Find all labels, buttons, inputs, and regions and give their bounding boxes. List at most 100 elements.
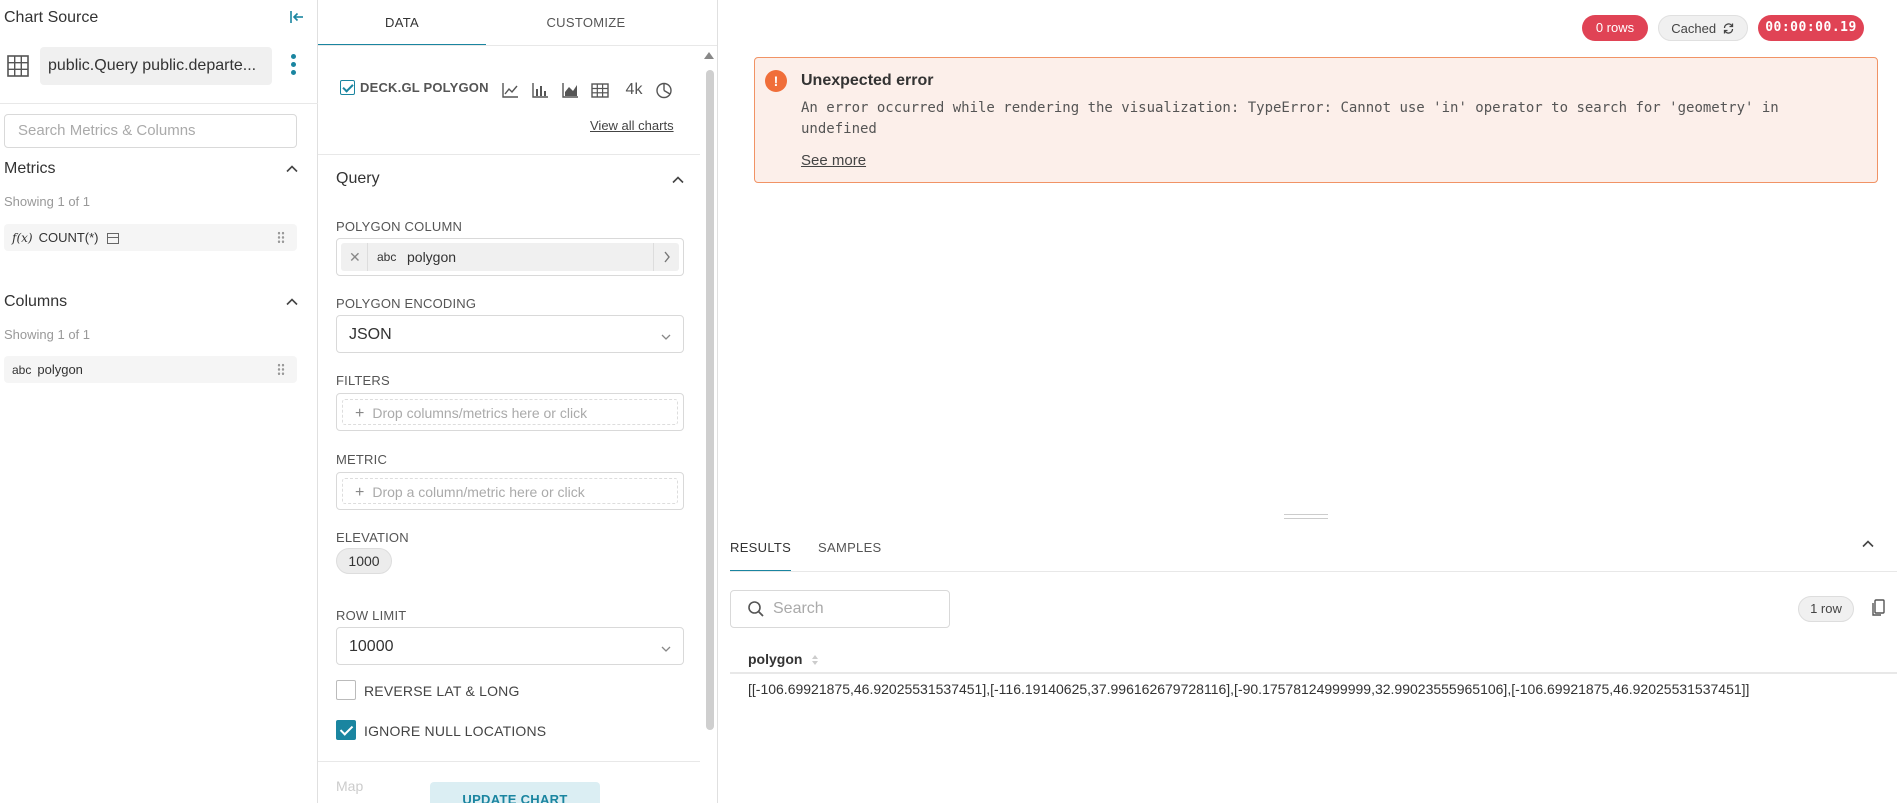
resize-handle[interactable] [1284,514,1328,519]
filters-placeholder: Drop columns/metrics here or click [372,405,588,421]
divider [318,45,717,46]
error-title: Unexpected error [801,72,934,89]
metric-drop-area[interactable]: + Drop a column/metric here or click [342,478,678,504]
ignore-null-checkbox[interactable] [336,720,356,740]
metric-dropzone[interactable]: + Drop a column/metric here or click [336,472,684,510]
column-header[interactable]: polygon [748,651,819,667]
copy-icon[interactable] [1870,598,1886,618]
metric-label: COUNT(*) [38,230,99,245]
remove-icon[interactable]: ✕ [349,243,361,271]
divider [0,103,318,104]
filters-dropzone[interactable]: + Drop columns/metrics here or click [336,393,684,431]
filters-label: FILTERS [336,373,390,388]
reverse-lat-long-checkbox[interactable] [336,680,356,700]
area-chart-icon[interactable] [560,80,580,100]
sort-icon[interactable] [812,655,819,665]
line-chart-icon[interactable] [500,80,520,100]
chevron-up-icon[interactable] [284,294,300,310]
ignore-null-label: IGNORE NULL LOCATIONS [364,723,547,739]
chart-source-title: Chart Source [4,9,99,26]
row-limit-label: ROW LIMIT [336,608,407,623]
columns-section-title[interactable]: Columns [4,293,67,311]
dataset-menu-icon[interactable] [286,52,300,80]
polygon-encoding-select[interactable]: JSON [336,315,684,353]
cached-badge[interactable]: Cached [1658,15,1748,41]
query-timer: 00:00:00.19 [1758,15,1864,41]
tab-data[interactable]: DATA [318,0,486,46]
column-chip[interactable]: ✕ abc polygon [341,243,679,271]
viz-type-selector[interactable]: DECK.GL POLYGON [340,80,489,95]
metric-item[interactable]: f(x) COUNT(*) [4,224,297,251]
select-value: 10000 [349,638,394,655]
column-label: polygon [37,362,83,377]
column-header-label: polygon [748,651,803,667]
metric-placeholder: Drop a column/metric here or click [372,484,585,500]
columns-count: Showing 1 of 1 [4,327,91,342]
refresh-icon[interactable] [1722,18,1735,44]
chart-source-panel: Chart Source public.Query public.departe… [0,0,318,803]
plus-icon: + [355,484,365,501]
scroll-up-icon[interactable] [704,52,714,59]
metrics-count: Showing 1 of 1 [4,194,91,209]
chevron-up-icon[interactable] [284,161,300,177]
function-icon: f(x) [12,231,33,245]
column-item[interactable]: abc polygon [4,356,297,383]
cached-label: Cached [1671,21,1717,36]
drag-handle-icon[interactable] [277,231,285,244]
scrollbar[interactable] [704,52,714,732]
query-section-title[interactable]: Query [336,170,380,188]
view-all-charts-link[interactable]: View all charts [590,118,674,133]
scrollbar-thumb[interactable] [706,70,714,730]
row-count-badge: 0 rows [1582,15,1648,41]
polygon-column-label: POLYGON COLUMN [336,219,463,234]
column-chip-value: polygon [407,249,457,265]
dataset-table-icon [6,54,30,78]
chevron-up-icon[interactable] [670,172,686,188]
divider [730,571,1897,572]
row-limit-select[interactable]: 10000 [336,627,684,665]
bar-chart-icon[interactable] [530,80,550,100]
explore-view: Chart Source public.Query public.departe… [0,0,1897,803]
viz-type-label: DECK.GL POLYGON [360,80,489,95]
error-icon: ! [765,70,787,92]
chevron-right-icon[interactable] [653,243,679,271]
chevron-down-icon [661,641,671,652]
search-icon [747,600,765,618]
calculator-icon [106,233,119,245]
dataset-name[interactable]: public.Query public.departe... [40,47,272,85]
collapse-panel-icon[interactable] [288,8,306,26]
reverse-lat-long-label: REVERSE LAT & LONG [364,683,520,699]
divider [318,761,700,762]
update-chart-button[interactable]: UPDATE CHART [430,782,600,803]
results-search-input[interactable]: Search [730,590,950,628]
tab-customize[interactable]: CUSTOMIZE [486,0,686,46]
divider [318,154,700,155]
chevron-down-icon [661,329,671,340]
elevation-label: ELEVATION [336,530,409,545]
polygon-column-field: ✕ abc polygon [336,238,684,276]
metrics-section-title[interactable]: Metrics [4,160,56,178]
pie-chart-icon[interactable] [654,80,674,100]
separator [367,243,368,271]
string-type-icon: abc [377,250,397,264]
big-number-icon[interactable]: 4k [622,80,646,100]
table-icon[interactable] [590,80,610,100]
search-metrics-columns-input[interactable]: Search Metrics & Columns [4,114,297,148]
see-more-link[interactable]: See more [801,152,866,169]
checkbox-icon [340,80,355,95]
plus-icon: + [355,405,365,422]
elevation-value[interactable]: 1000 [336,548,392,574]
chart-panel: 0 rows Cached 00:00:00.19 ! Unexpected e… [718,0,1897,803]
chevron-up-icon[interactable] [1860,536,1876,552]
table-cell: [[-106.69921875,46.92025531537451],[-116… [748,681,1750,697]
filters-drop-area[interactable]: + Drop columns/metrics here or click [342,399,678,425]
tab-results[interactable]: RESULTS [730,540,792,572]
drag-handle-icon[interactable] [277,363,285,376]
select-value: JSON [349,326,392,343]
tab-samples[interactable]: SAMPLES [818,540,882,555]
divider [730,672,1897,674]
controls-panel: DATA CUSTOMIZE DECK.GL POLYGON 4k View a… [318,0,718,803]
error-alert: ! Unexpected error An error occurred whi… [754,57,1878,183]
results-row-count: 1 row [1798,596,1854,622]
string-type-icon: abc [12,363,32,377]
